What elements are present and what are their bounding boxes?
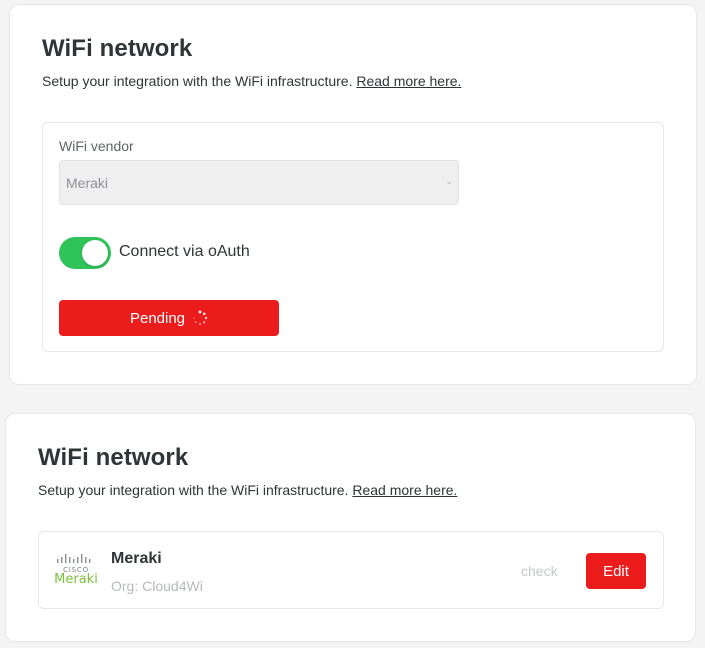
wifi-setup-card: WiFi network Setup your integration with… — [9, 4, 697, 385]
read-more-link[interactable]: Read more here. — [356, 73, 461, 89]
card-subtitle: Setup your integration with the WiFi inf… — [38, 482, 457, 498]
vendor-config-panel: WiFi vendor Meraki ⌄ Connect via oAuth P… — [42, 122, 664, 352]
integration-row: CISCO Meraki Meraki Org: Cloud4Wi check … — [38, 531, 664, 609]
subtitle-text: Setup your integration with the WiFi inf… — [38, 482, 349, 498]
vendor-select-value: Meraki — [66, 175, 109, 191]
meraki-wordmark: Meraki — [54, 572, 98, 587]
toggle-knob — [82, 240, 108, 266]
spinner-icon — [193, 310, 208, 325]
integration-name: Meraki — [111, 550, 162, 567]
cisco-bars-icon — [57, 554, 91, 563]
oauth-toggle-label: Connect via oAuth — [119, 243, 250, 260]
cisco-meraki-logo: CISCO Meraki — [53, 554, 99, 590]
integration-org: Org: Cloud4Wi — [111, 578, 203, 594]
pending-button-label: Pending — [129, 309, 186, 327]
edit-button[interactable]: Edit — [586, 553, 646, 589]
card-title: WiFi network — [42, 35, 193, 62]
chevron-down-icon: ⌄ — [445, 176, 453, 186]
pending-button[interactable]: Pending — [59, 300, 279, 336]
read-more-link[interactable]: Read more here. — [352, 482, 457, 498]
check-link[interactable]: check — [521, 563, 558, 579]
edit-button-label: Edit — [603, 562, 629, 580]
card-title: WiFi network — [38, 444, 189, 471]
vendor-select[interactable]: Meraki ⌄ — [59, 160, 459, 205]
oauth-toggle[interactable] — [59, 237, 111, 269]
card-subtitle: Setup your integration with the WiFi inf… — [42, 73, 461, 89]
subtitle-text: Setup your integration with the WiFi inf… — [42, 73, 353, 89]
wifi-connected-card: WiFi network Setup your integration with… — [5, 413, 696, 642]
vendor-field-label: WiFi vendor — [59, 138, 134, 154]
